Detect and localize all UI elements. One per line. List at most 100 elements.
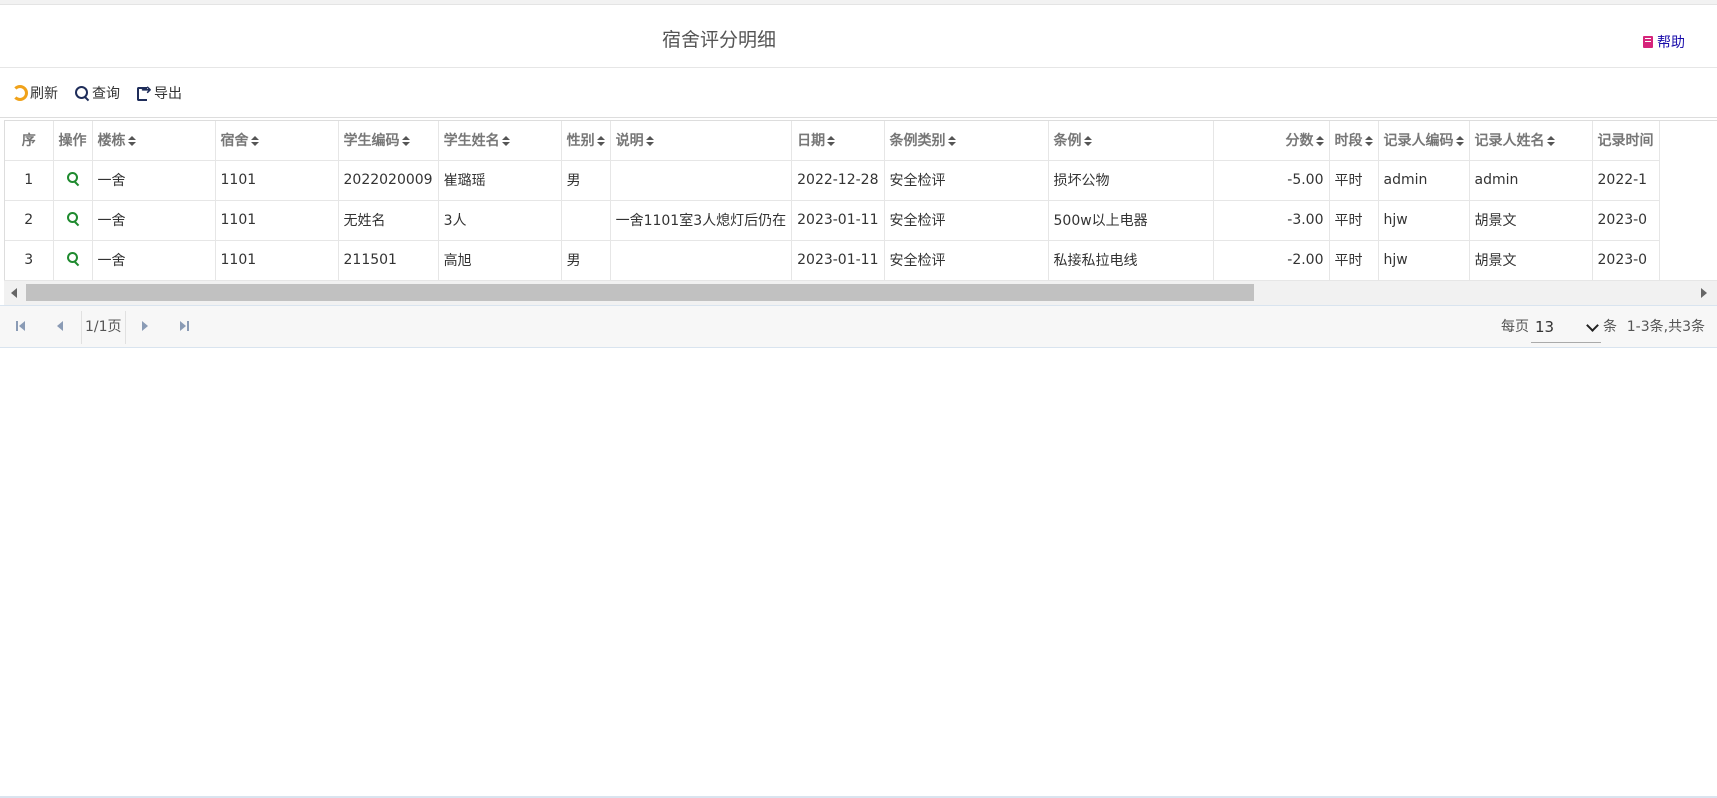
- cell-student-code: 211501: [338, 240, 439, 281]
- column-header-label: 楼栋: [97, 133, 126, 150]
- column-header-recorder-code[interactable]: 记录人编码: [1378, 121, 1470, 161]
- cell-seq: 3: [5, 240, 54, 281]
- cell-score: -5.00: [1213, 160, 1330, 201]
- next-page-button[interactable]: [140, 320, 152, 332]
- column-header-period[interactable]: 时段: [1329, 121, 1379, 161]
- search-icon: [74, 85, 90, 101]
- column-header-rule-type[interactable]: 条例类别: [884, 121, 1049, 161]
- sort-icon: [501, 136, 510, 147]
- column-header-label: 说明: [615, 133, 644, 150]
- toolbar: 刷新 查询 导出: [0, 68, 1717, 118]
- column-header-date[interactable]: 日期: [791, 121, 885, 161]
- cell-seq: 2: [5, 200, 54, 241]
- record-range: 1-3条,共3条: [1626, 319, 1705, 335]
- per-page-control: 每页 13 条: [1501, 306, 1617, 349]
- cell-recorder-name: admin: [1469, 160, 1593, 201]
- column-header-label: 条例类别: [889, 133, 946, 150]
- per-page-value: 13: [1535, 317, 1555, 336]
- column-header-label: 宿舍: [220, 133, 249, 150]
- column-header-action: 操作: [53, 121, 93, 161]
- column-header-label: 条例: [1053, 133, 1082, 150]
- refresh-button[interactable]: 刷新: [12, 83, 58, 103]
- last-page-icon: [180, 321, 186, 331]
- cell-dorm: 1101: [215, 200, 339, 241]
- column-header-seq: 序: [5, 121, 54, 161]
- cell-building: 一舍: [92, 200, 216, 241]
- page-info: 1/1页: [81, 311, 126, 344]
- view-button[interactable]: [53, 160, 93, 201]
- column-header-label: 学生编码: [343, 133, 400, 150]
- per-page-select[interactable]: 13: [1531, 313, 1601, 343]
- page-header: 宿舍评分明细 帮助: [0, 5, 1717, 68]
- cell-student-name: 崔璐瑶: [438, 160, 562, 201]
- table-row[interactable]: 1 一舍 1101 2022020009 崔璐瑶 男 2022-12-28 安全…: [5, 160, 1660, 201]
- column-header-rule[interactable]: 条例: [1048, 121, 1214, 161]
- column-header-gender[interactable]: 性别: [561, 121, 611, 161]
- table-row[interactable]: 2 一舍 1101 无姓名 3人 一舍1101室3人熄灯后仍在 2023-01-…: [5, 200, 1660, 241]
- sort-icon: [1364, 136, 1373, 147]
- export-button[interactable]: 导出: [136, 83, 182, 103]
- sort-icon: [1546, 136, 1555, 147]
- cell-rule-type: 安全检评: [884, 200, 1049, 241]
- help-link[interactable]: 帮助: [1643, 32, 1685, 52]
- prev-page-button[interactable]: [55, 320, 67, 332]
- column-header-note[interactable]: 说明: [610, 121, 793, 161]
- cell-recorder-code: hjw: [1378, 200, 1470, 241]
- cell-rule: 500w以上电器: [1048, 200, 1214, 241]
- scrollbar-thumb[interactable]: [26, 284, 1254, 301]
- cell-date: 2023-01-11: [791, 240, 885, 281]
- cell-period: 平时: [1329, 160, 1379, 201]
- prev-page-icon: [57, 321, 63, 331]
- cell-record-time: 2023-0: [1592, 240, 1660, 281]
- column-header-building[interactable]: 楼栋: [92, 121, 216, 161]
- column-header-student-code[interactable]: 学生编码: [338, 121, 439, 161]
- view-button[interactable]: [53, 240, 93, 281]
- per-page-unit: 条: [1603, 319, 1617, 335]
- column-header-label: 时段: [1334, 133, 1363, 150]
- scroll-left-arrow-icon[interactable]: [11, 288, 17, 298]
- cell-gender: 男: [561, 240, 611, 281]
- search-icon[interactable]: [66, 171, 80, 185]
- cell-dorm: 1101: [215, 240, 339, 281]
- query-label: 查询: [92, 85, 120, 102]
- export-icon: [136, 83, 152, 101]
- cell-student-code: 无姓名: [338, 200, 439, 241]
- table-row[interactable]: 3 一舍 1101 211501 高旭 男 2023-01-11 安全检评 私接…: [5, 240, 1660, 281]
- cell-rule-type: 安全检评: [884, 160, 1049, 201]
- column-header-recorder-name[interactable]: 记录人姓名: [1469, 121, 1593, 161]
- cell-record-time: 2022-1: [1592, 160, 1660, 201]
- sort-icon: [1083, 136, 1092, 147]
- column-header-label: 记录人姓名: [1474, 133, 1545, 150]
- view-button[interactable]: [53, 200, 93, 241]
- export-label: 导出: [154, 85, 182, 102]
- cell-period: 平时: [1329, 240, 1379, 281]
- column-header-dorm[interactable]: 宿舍: [215, 121, 339, 161]
- cell-gender: [561, 200, 611, 241]
- search-icon[interactable]: [66, 211, 80, 225]
- cell-building: 一舍: [92, 240, 216, 281]
- sort-icon: [1455, 136, 1464, 147]
- scroll-right-arrow-icon[interactable]: [1701, 288, 1707, 298]
- query-button[interactable]: 查询: [74, 83, 120, 103]
- last-page-button[interactable]: [179, 320, 191, 332]
- sort-icon: [1315, 136, 1324, 147]
- cell-rule: 损坏公物: [1048, 160, 1214, 201]
- data-grid: 序 操作 楼栋 宿舍 学生编码 学生姓名 性别 说明 日期 条例类别 条例 分数…: [4, 120, 1717, 306]
- first-page-button[interactable]: [15, 320, 27, 332]
- search-icon[interactable]: [66, 251, 80, 265]
- column-header-label: 记录人编码: [1383, 133, 1454, 150]
- cell-student-name: 高旭: [438, 240, 562, 281]
- column-header-record-time[interactable]: 记录时间: [1592, 121, 1660, 161]
- pagination-bar: 1/1页 每页 13 条 1-3条,共3条: [0, 305, 1717, 348]
- cell-student-code: 2022020009: [338, 160, 439, 201]
- column-header-score[interactable]: 分数: [1213, 121, 1330, 161]
- cell-seq: 1: [5, 160, 54, 201]
- cell-recorder-name: 胡景文: [1469, 240, 1593, 281]
- column-header-label: 性别: [566, 133, 595, 150]
- horizontal-scrollbar[interactable]: [4, 280, 1717, 305]
- chevron-down-icon: [1586, 318, 1599, 332]
- column-header-label: 分数: [1285, 133, 1314, 150]
- column-header-student-name[interactable]: 学生姓名: [438, 121, 562, 161]
- sort-icon: [596, 136, 605, 147]
- cell-recorder-name: 胡景文: [1469, 200, 1593, 241]
